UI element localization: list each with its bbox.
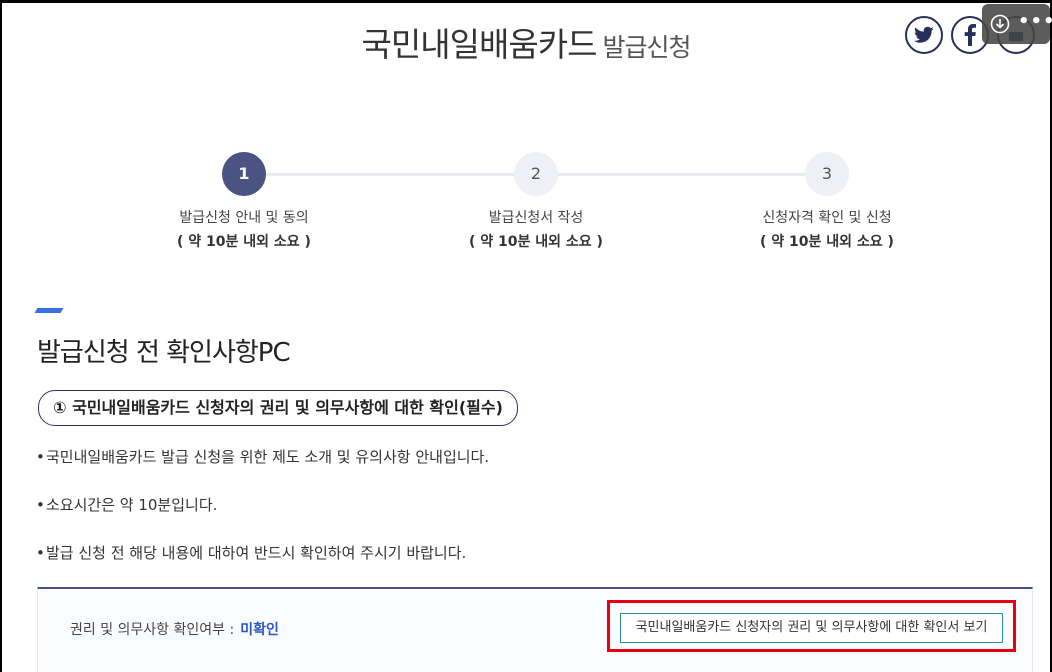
twitter-share-button[interactable] <box>905 16 943 54</box>
bullet-mark: • <box>36 544 45 562</box>
step-2-circle: 2 <box>514 152 558 196</box>
notice-bullet-3: •발급 신청 전 해당 내용에 대하여 반드시 확인하여 주시기 바랍니다. <box>36 542 466 563</box>
confirmation-status-label: 권리 및 의무사항 확인여부 : <box>70 622 235 638</box>
notice-bullet-2: •소요시간은 약 10분입니다. <box>36 494 217 515</box>
notice-bullet-1: •국민내일배움카드 발급 신청을 위한 제도 소개 및 유의사항 안내입니다. <box>36 446 489 467</box>
step-1-title: 발급신청 안내 및 동의 <box>179 210 309 226</box>
confirmation-status-value: 미확인 <box>240 622 279 638</box>
step-connector <box>558 173 805 176</box>
page-title-main: 국민내일배움카드 <box>361 25 598 64</box>
section-title: 발급신청 전 확인사항PC <box>37 338 291 368</box>
step-3-title: 신청자격 확인 및 신청 <box>762 210 892 226</box>
confirmation-status: 권리 및 의무사항 확인여부 : 미확인 <box>70 619 279 639</box>
bullet-mark: • <box>36 496 45 514</box>
view-confirmation-button[interactable]: 국민내일배움카드 신청자의 권리 및 의무사항에 대한 확인서 보기 <box>620 613 1003 643</box>
notice-text-2: 소요시간은 약 10분입니다. <box>46 496 218 514</box>
bullet-mark: • <box>36 448 45 466</box>
page-title-sub: 발급신청 <box>602 33 691 62</box>
step-1-duration: ( 약 10분 내외 소요 ) <box>177 234 311 250</box>
window-frame-left <box>0 0 2 672</box>
more-icon[interactable]: ••• <box>1018 11 1052 32</box>
notice-text-3: 발급 신청 전 해당 내용에 대하여 반드시 확인하여 주시기 바랍니다. <box>46 544 467 562</box>
step-1-circle: 1 <box>222 152 266 196</box>
browser-overlay-controls: ••• <box>982 4 1052 44</box>
page-title: 국민내일배움카드 발급신청 <box>0 18 1052 66</box>
step-3-label: 신청자격 확인 및 신청 ( 약 10분 내외 소요 ) <box>677 206 977 254</box>
step-connector <box>266 173 514 176</box>
facebook-icon <box>964 24 976 46</box>
confirmation-panel: 권리 및 의무사항 확인여부 : 미확인 국민내일배움카드 신청자의 권리 및 의… <box>37 587 1033 672</box>
step-2-label: 발급신청서 작성 ( 약 10분 내외 소요 ) <box>386 206 686 254</box>
section-accent-bar <box>34 308 64 313</box>
window-frame-top <box>0 0 1052 3</box>
step-1-label: 발급신청 안내 및 동의 ( 약 10분 내외 소요 ) <box>94 206 394 254</box>
step-3-duration: ( 약 10분 내외 소요 ) <box>760 234 894 250</box>
notice-text-1: 국민내일배움카드 발급 신청을 위한 제도 소개 및 유의사항 안내입니다. <box>46 448 490 466</box>
requirement-pill: ① 국민내일배움카드 신청자의 권리 및 의무사항에 대한 확인(필수) <box>38 390 518 426</box>
step-2-title: 발급신청서 작성 <box>488 210 584 226</box>
download-icon[interactable] <box>990 14 1010 34</box>
step-3-circle: 3 <box>805 152 849 196</box>
step-2-duration: ( 약 10분 내외 소요 ) <box>469 234 603 250</box>
twitter-icon <box>914 26 934 43</box>
